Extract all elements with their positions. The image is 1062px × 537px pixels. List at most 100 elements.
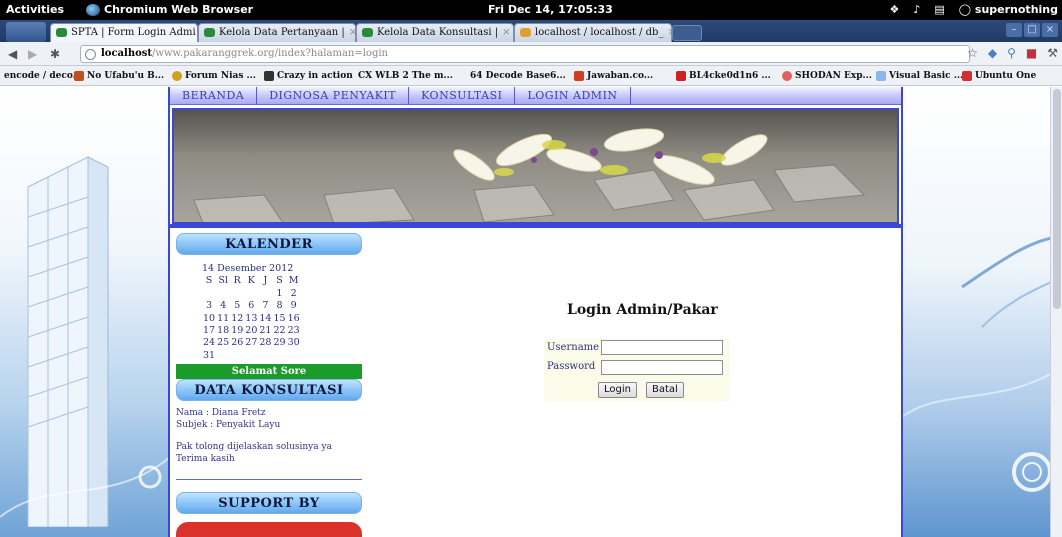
greeting-bar: Selamat Sore — [176, 364, 362, 380]
calendar-day: 31 — [203, 349, 216, 361]
weekday-label: Sl — [218, 275, 228, 287]
close-icon[interactable]: × — [349, 27, 355, 38]
bookmark-item[interactable]: Crazy in action — [264, 71, 353, 81]
bookmark-icon — [74, 71, 84, 81]
sidebar: KALENDER 14 Desember 2012 S Sl R K J S M… — [176, 233, 362, 537]
bookmark-star-icon[interactable]: ☆ — [967, 46, 978, 60]
bookmark-label: Ubuntu One — [975, 71, 1037, 81]
calendar-week: 12 — [202, 288, 301, 300]
tab-kelola-pertanyaan[interactable]: Kelola Data Pertanyaan | × — [198, 23, 356, 42]
username-label: Username — [547, 342, 600, 353]
calendar-day: 20 — [245, 325, 258, 337]
accessibility-icon[interactable]: ❖ — [889, 3, 899, 16]
calendar-weekdays: S Sl R K J S M — [202, 275, 301, 287]
consult-entry: Nama : Diana Fretz Subjek : Penyakit Lay… — [176, 407, 362, 465]
bookmark-item[interactable]: encode / deco... — [4, 71, 82, 81]
window-controls: – □ × — [1006, 23, 1058, 37]
menu-dignosa-penyakit[interactable]: DIGNOSA PENYAKIT — [257, 87, 410, 105]
menu-login-admin[interactable]: LOGIN ADMIN — [515, 87, 631, 105]
close-icon[interactable]: × — [502, 27, 510, 38]
bookmark-item[interactable]: No Ufabu'u B... — [74, 71, 164, 81]
network-icon[interactable]: ▤ — [934, 3, 944, 16]
tab-form-login[interactable]: SPTA | Form Login Admi× — [50, 23, 198, 42]
minimize-icon[interactable]: – — [1006, 23, 1022, 37]
bookmark-icon — [574, 71, 584, 81]
calendar-day: 3 — [206, 300, 213, 312]
extension-icon[interactable]: ◆ — [988, 46, 997, 60]
bookmarks-bar: encode / deco... No Ufabu'u B... Forum N… — [0, 66, 1062, 86]
new-tab-button[interactable] — [672, 25, 702, 41]
calendar-day: 21 — [259, 325, 272, 337]
calendar-day: 5 — [234, 300, 241, 312]
password-input[interactable] — [601, 360, 723, 375]
tab-label: SPTA | Form Login Admi — [71, 27, 196, 38]
tab-kelola-konsultasi[interactable]: Kelola Data Konsultasi | × — [356, 23, 514, 42]
bookmark-label: Visual Basic ... — [889, 71, 964, 81]
page-scrollbar[interactable] — [1050, 87, 1062, 537]
bookmark-icon — [264, 71, 274, 81]
site-favicon-icon — [362, 28, 373, 37]
banner-divider — [170, 224, 901, 228]
bookmark-item[interactable]: SHODAN Exp... — [782, 71, 872, 81]
calendar-heading: KALENDER — [176, 233, 362, 255]
scrollbar-thumb[interactable] — [1053, 89, 1061, 309]
calendar-day — [230, 288, 244, 300]
app-menu[interactable]: Chromium Web Browser — [86, 3, 253, 16]
calendar-day: 29 — [273, 337, 286, 349]
calendar-week: 10 11 12 13 14 15 16 — [202, 313, 301, 325]
calendar: 14 Desember 2012 S Sl R K J S M 12 3 4 5… — [176, 263, 362, 362]
bookmark-item[interactable]: BL4cke0d1n6 ... — [676, 71, 771, 81]
wrench-icon[interactable]: ⚒ — [1047, 46, 1058, 60]
calendar-day — [216, 288, 230, 300]
page-info-icon[interactable] — [85, 49, 96, 60]
calendar-day: 4 — [220, 300, 227, 312]
calendar-day — [230, 350, 244, 362]
bookmark-item[interactable]: CX WLB 2 The m... — [358, 71, 453, 81]
stop-icon[interactable]: ✱ — [50, 47, 60, 61]
weekday-label: S — [205, 275, 213, 287]
user-menu[interactable]: ◯ supernothing — [959, 3, 1058, 16]
web-page: BERANDA DIGNOSA PENYAKIT KONSULTASI LOGI… — [0, 87, 1062, 537]
calendar-day: 13 — [245, 312, 258, 324]
username-input[interactable] — [601, 340, 723, 355]
activities-button[interactable]: Activities — [6, 3, 64, 16]
browser-menu-icon[interactable] — [6, 22, 46, 42]
bookmark-item[interactable]: Jawaban.co... — [574, 71, 653, 81]
maximize-icon[interactable]: □ — [1024, 23, 1040, 37]
navigation-bar: ◀ ▶ ✱ localhost/www.pakaranggrek.org/ind… — [0, 42, 1062, 66]
search-icon[interactable]: ⚲ — [1007, 46, 1016, 60]
calendar-day: 17 — [203, 325, 216, 337]
site-menu: BERANDA DIGNOSA PENYAKIT KONSULTASI LOGI… — [170, 87, 901, 105]
consult-name: Nama : Diana Fretz — [176, 408, 266, 419]
address-bar[interactable]: localhost/www.pakaranggrek.org/index?hal… — [80, 45, 970, 63]
calendar-week: 17 18 19 20 21 22 23 — [202, 325, 301, 337]
system-clock[interactable]: Fri Dec 14, 17:05:33 — [488, 3, 613, 16]
url-host: localhost — [101, 48, 153, 59]
bookmark-item[interactable]: Visual Basic ... — [876, 71, 963, 81]
menu-konsultasi[interactable]: KONSULTASI — [409, 87, 516, 105]
forward-icon[interactable]: ▶ — [28, 47, 37, 61]
bookmark-icon — [876, 71, 886, 81]
close-window-icon[interactable]: × — [1042, 23, 1058, 37]
tab-label: Kelola Data Konsultasi | — [377, 27, 499, 38]
bookmark-item[interactable]: Forum Nias ... — [172, 71, 256, 81]
calendar-day: 28 — [259, 337, 272, 349]
bookmark-item[interactable]: Ubuntu One — [962, 71, 1036, 81]
background-left — [0, 87, 170, 537]
volume-icon[interactable]: ♪ — [913, 3, 920, 16]
url-path: /www.pakaranggrek.org/index?halaman=logi… — [152, 48, 388, 59]
menu-beranda[interactable]: BERANDA — [170, 87, 258, 105]
cancel-button[interactable]: Batal — [646, 382, 684, 398]
calendar-day: 26 — [231, 337, 244, 349]
extension-red-icon[interactable]: ■ — [1026, 46, 1037, 60]
bookmark-label: BL4cke0d1n6 ... — [689, 71, 771, 81]
support-logo[interactable] — [176, 522, 362, 537]
site-favicon-icon — [204, 28, 215, 37]
calendar-day — [244, 288, 258, 300]
tab-strip: SPTA | Form Login Admi× Kelola Data Pert… — [0, 20, 1062, 42]
back-icon[interactable]: ◀ — [8, 47, 17, 61]
login-button[interactable]: Login — [598, 382, 637, 398]
bookmark-label: Forum Nias ... — [185, 71, 256, 81]
tab-phpmyadmin[interactable]: localhost / localhost / db_× — [514, 23, 672, 42]
bookmark-item[interactable]: 64 Decode Base6... — [470, 71, 566, 81]
